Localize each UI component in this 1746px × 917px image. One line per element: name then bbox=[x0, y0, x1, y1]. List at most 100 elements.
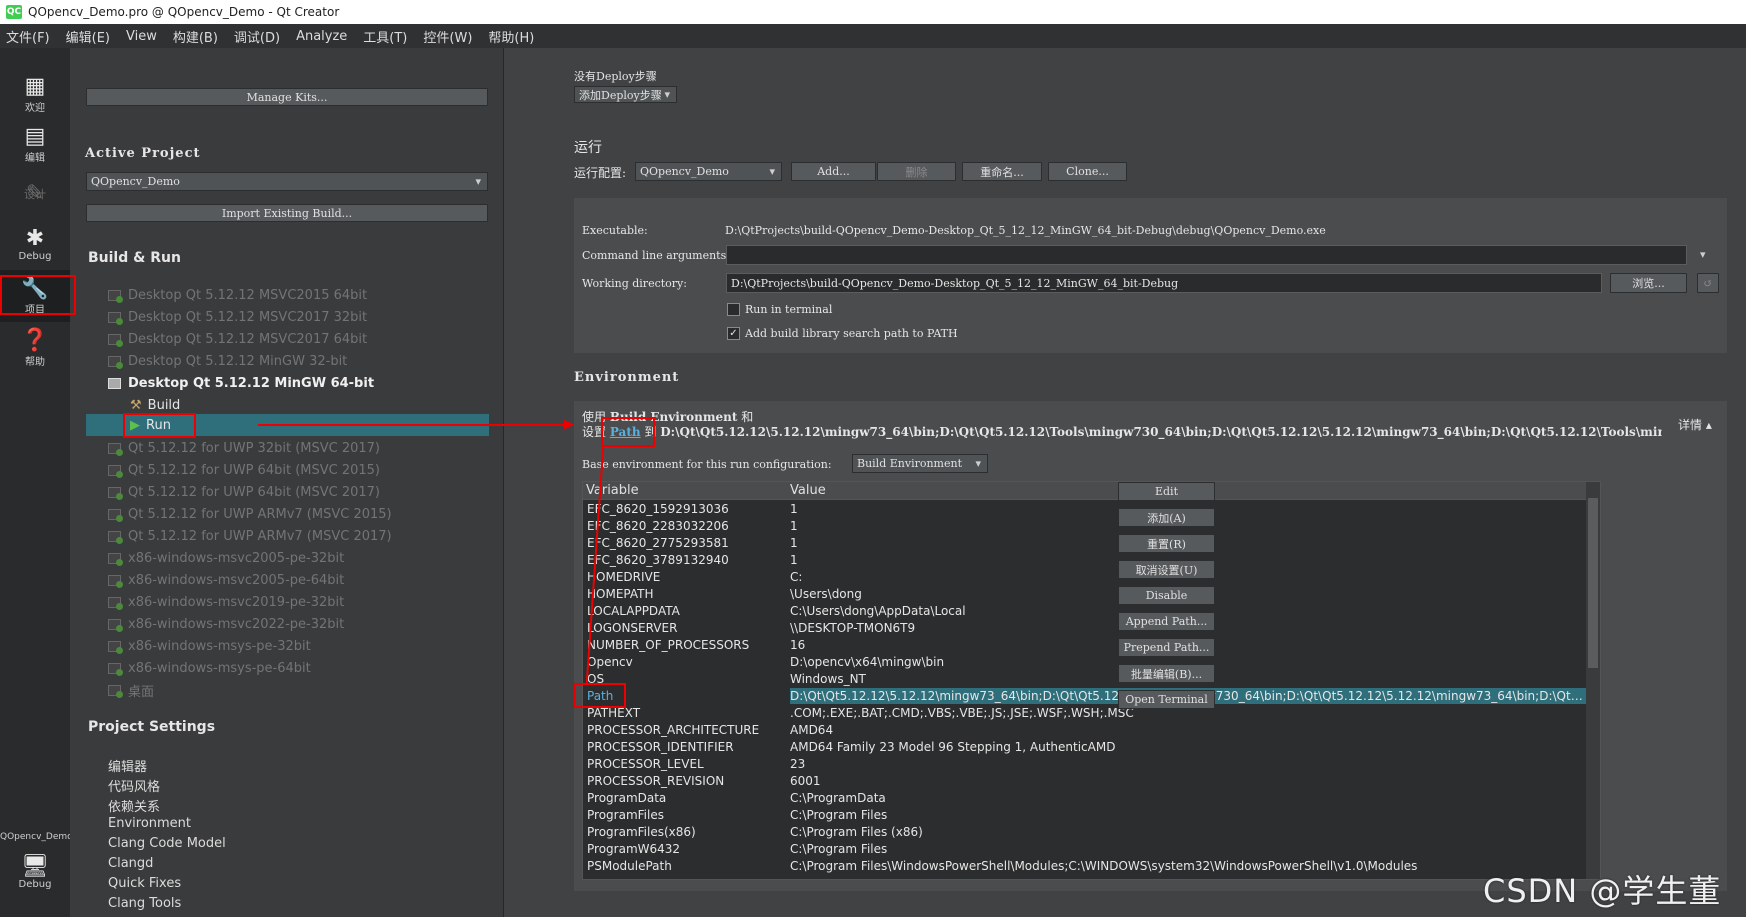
project-settings-item[interactable]: Clang Tools bbox=[108, 896, 181, 911]
kit-item[interactable]: Desktop Qt 5.12.12 MSVC2015 64bit bbox=[108, 285, 488, 305]
clone-run-config-button[interactable]: Clone... bbox=[1048, 162, 1127, 181]
table-row[interactable]: EFC_8620_1592913036 1 bbox=[583, 501, 1586, 518]
mode-edit[interactable]: ▤ 编辑 bbox=[0, 118, 70, 170]
kit-item[interactable]: Desktop Qt 5.12.12 MinGW 32-bit bbox=[108, 351, 488, 371]
kit-item[interactable]: x86-windows-msys-pe-32bit bbox=[108, 636, 488, 656]
table-row[interactable]: PathD:\Qt\Qt5.12.12\5.12.12\mingw73_64\b… bbox=[583, 688, 1586, 705]
kit-item[interactable]: Desktop Qt 5.12.12 MSVC2017 32bit bbox=[108, 307, 488, 327]
base-environment-combo[interactable]: Build Environment bbox=[852, 454, 988, 473]
variable-name-cell: PROCESSOR_ARCHITECTURE bbox=[587, 723, 760, 737]
open-terminal-button[interactable]: Open Terminal bbox=[1118, 690, 1215, 709]
table-row[interactable]: PSModulePath C:\Program Files\WindowsPowe… bbox=[583, 858, 1586, 875]
target-selector[interactable]: 🖥 Debug bbox=[0, 846, 70, 898]
table-row[interactable]: PROCESSOR_IDENTIFIER AMD64 Family 23 Mode… bbox=[583, 739, 1586, 756]
menu-view[interactable]: View bbox=[126, 29, 157, 44]
details-toggle[interactable]: 详情 ▴ bbox=[1678, 416, 1712, 433]
kit-item[interactable]: Qt 5.12.12 for UWP 64bit (MSVC 2015) bbox=[108, 460, 488, 480]
table-row[interactable]: LOCALAPPDATA C:\Users\dong\AppData\Local bbox=[583, 603, 1586, 620]
edit-variable-button[interactable]: Edit bbox=[1118, 482, 1215, 501]
working-directory-input[interactable]: D:\QtProjects\build-QOpencv_Demo-Desktop… bbox=[726, 273, 1602, 293]
kit-item[interactable]: Qt 5.12.12 for UWP ARMv7 (MSVC 2015) bbox=[108, 504, 488, 524]
table-row[interactable]: PATHEXT .COM;.EXE;.BAT;.CMD;.VBS;.VBE;.JS… bbox=[583, 705, 1586, 722]
project-settings-item[interactable]: Quick Fixes bbox=[108, 876, 181, 891]
project-settings-item[interactable]: 依赖关系 bbox=[108, 796, 160, 815]
table-row[interactable]: Opencv D:\opencv\x64\mingw\bin bbox=[583, 654, 1586, 671]
kit-item[interactable]: Qt 5.12.12 for UWP ARMv7 (MSVC 2017) bbox=[108, 526, 488, 546]
scrollbar-thumb[interactable] bbox=[1588, 498, 1598, 668]
table-row[interactable]: NUMBER_OF_PROCESSORS 16 bbox=[583, 637, 1586, 654]
table-row[interactable]: PROCESSOR_REVISION 6001 bbox=[583, 773, 1586, 790]
project-settings-item[interactable]: Environment bbox=[108, 816, 191, 831]
delete-run-config-button[interactable]: 删除 bbox=[877, 162, 956, 181]
kit-item[interactable]: x86-windows-msvc2005-pe-64bit bbox=[108, 570, 488, 590]
kit-item[interactable]: Qt 5.12.12 for UWP 32bit (MSVC 2017) bbox=[108, 438, 488, 458]
variable-name-cell: HOMEDRIVE bbox=[587, 570, 661, 584]
menu-help[interactable]: 帮助(H) bbox=[488, 27, 534, 46]
table-row[interactable]: PROCESSOR_ARCHITECTURE AMD64 bbox=[583, 722, 1586, 739]
menu-controls[interactable]: 控件(W) bbox=[423, 27, 472, 46]
table-row[interactable]: HOMEPATH \Users\dong bbox=[583, 586, 1586, 603]
browse-button[interactable]: 浏览... bbox=[1610, 273, 1687, 293]
menu-analyze[interactable]: Analyze bbox=[296, 29, 347, 44]
project-settings-item[interactable]: Clang Code Model bbox=[108, 836, 226, 851]
build-settings-item[interactable]: ⚒ Build bbox=[130, 395, 180, 415]
column-variable[interactable]: Variable bbox=[586, 483, 639, 498]
project-settings-item[interactable]: Clangd bbox=[108, 856, 153, 871]
table-row[interactable]: PROCESSOR_LEVEL 23 bbox=[583, 756, 1586, 773]
table-row[interactable]: ProgramFiles(x86) C:\Program Files (x86) bbox=[583, 824, 1586, 841]
prepend-path-button[interactable]: Prepend Path... bbox=[1118, 638, 1215, 657]
menu-debug[interactable]: 调试(D) bbox=[234, 27, 280, 46]
command-line-arguments-input[interactable] bbox=[726, 245, 1687, 265]
kit-item[interactable]: Qt 5.12.12 for UWP 64bit (MSVC 2017) bbox=[108, 482, 488, 502]
table-row[interactable]: ProgramFiles C:\Program Files bbox=[583, 807, 1586, 824]
menu-tools[interactable]: 工具(T) bbox=[363, 27, 407, 46]
kit-item-active[interactable]: Desktop Qt 5.12.12 MinGW 64-bit bbox=[108, 373, 488, 393]
disable-variable-button[interactable]: Disable bbox=[1118, 586, 1215, 605]
table-row[interactable]: ProgramData C:\ProgramData bbox=[583, 790, 1586, 807]
project-settings-item[interactable]: 编辑器 bbox=[108, 756, 147, 775]
active-project-combo[interactable]: QOpencv_Demo bbox=[86, 172, 488, 191]
add-variable-button[interactable]: 添加(A) bbox=[1118, 508, 1215, 527]
kit-icon bbox=[108, 442, 123, 456]
kit-item[interactable]: x86-windows-msvc2022-pe-32bit bbox=[108, 614, 488, 634]
table-scrollbar[interactable] bbox=[1586, 482, 1600, 879]
table-row[interactable]: EFC_8620_2283032206 1 bbox=[583, 518, 1586, 535]
menu-file[interactable]: 文件(F) bbox=[6, 27, 50, 46]
environment-table[interactable]: Variable Value EFC_8620_1592913036 1 EFC_8… bbox=[582, 481, 1601, 880]
chevron-down-icon[interactable]: ▾ bbox=[1700, 248, 1706, 261]
add-run-config-button[interactable]: Add... bbox=[791, 162, 876, 181]
mode-design[interactable]: ✎ 设计 bbox=[0, 168, 70, 220]
run-config-combo[interactable]: QOpencv_Demo bbox=[635, 162, 782, 181]
project-settings-item[interactable]: 代码风格 bbox=[108, 776, 160, 795]
table-row[interactable]: OS Windows_NT bbox=[583, 671, 1586, 688]
reset-directory-icon[interactable]: ↺ bbox=[1697, 273, 1719, 293]
append-path-button[interactable]: Append Path... bbox=[1118, 612, 1215, 631]
kit-item[interactable]: Desktop Qt 5.12.12 MSVC2017 64bit bbox=[108, 329, 488, 349]
import-existing-build-button[interactable]: Import Existing Build... bbox=[86, 204, 488, 222]
mode-welcome[interactable]: ▦ 欢迎 bbox=[0, 68, 70, 120]
kit-label: Desktop Qt 5.12.12 MSVC2015 64bit bbox=[128, 287, 368, 303]
kit-item[interactable]: x86-windows-msys-pe-64bit bbox=[108, 658, 488, 678]
rename-run-config-button[interactable]: 重命名... bbox=[962, 162, 1042, 181]
column-value[interactable]: Value bbox=[790, 483, 826, 498]
run-in-terminal-checkbox[interactable] bbox=[727, 303, 740, 316]
batch-edit-button[interactable]: 批量编辑(B)... bbox=[1118, 664, 1215, 683]
table-row[interactable]: ProgramW6432 C:\Program Files bbox=[583, 841, 1586, 858]
table-row[interactable]: LOGONSERVER \\DESKTOP-TMON6T9 bbox=[583, 620, 1586, 637]
kit-item[interactable]: 桌面 bbox=[108, 680, 488, 700]
table-row[interactable]: EFC_8620_3789132940 1 bbox=[583, 552, 1586, 569]
table-row[interactable]: HOMEDRIVE C: bbox=[583, 569, 1586, 586]
table-row[interactable]: EFC_8620_2775293581 1 bbox=[583, 535, 1586, 552]
menu-edit[interactable]: 编辑(E) bbox=[66, 27, 110, 46]
kit-item[interactable]: x86-windows-msvc2005-pe-32bit bbox=[108, 548, 488, 568]
monitor-icon: 🖥 bbox=[21, 853, 49, 879]
unset-variable-button[interactable]: 取消设置(U) bbox=[1118, 560, 1215, 579]
add-library-path-checkbox[interactable]: ✓ bbox=[727, 327, 740, 340]
add-deploy-step-combo[interactable]: 添加Deploy步骤 bbox=[574, 86, 677, 103]
kit-item[interactable]: x86-windows-msvc2019-pe-32bit bbox=[108, 592, 488, 612]
menu-build[interactable]: 构建(B) bbox=[173, 27, 218, 46]
mode-help[interactable]: ❓ 帮助 bbox=[0, 322, 70, 374]
manage-kits-button[interactable]: Manage Kits... bbox=[86, 88, 488, 106]
mode-debug[interactable]: ✱ Debug bbox=[0, 218, 70, 270]
reset-variable-button[interactable]: 重置(R) bbox=[1118, 534, 1215, 553]
